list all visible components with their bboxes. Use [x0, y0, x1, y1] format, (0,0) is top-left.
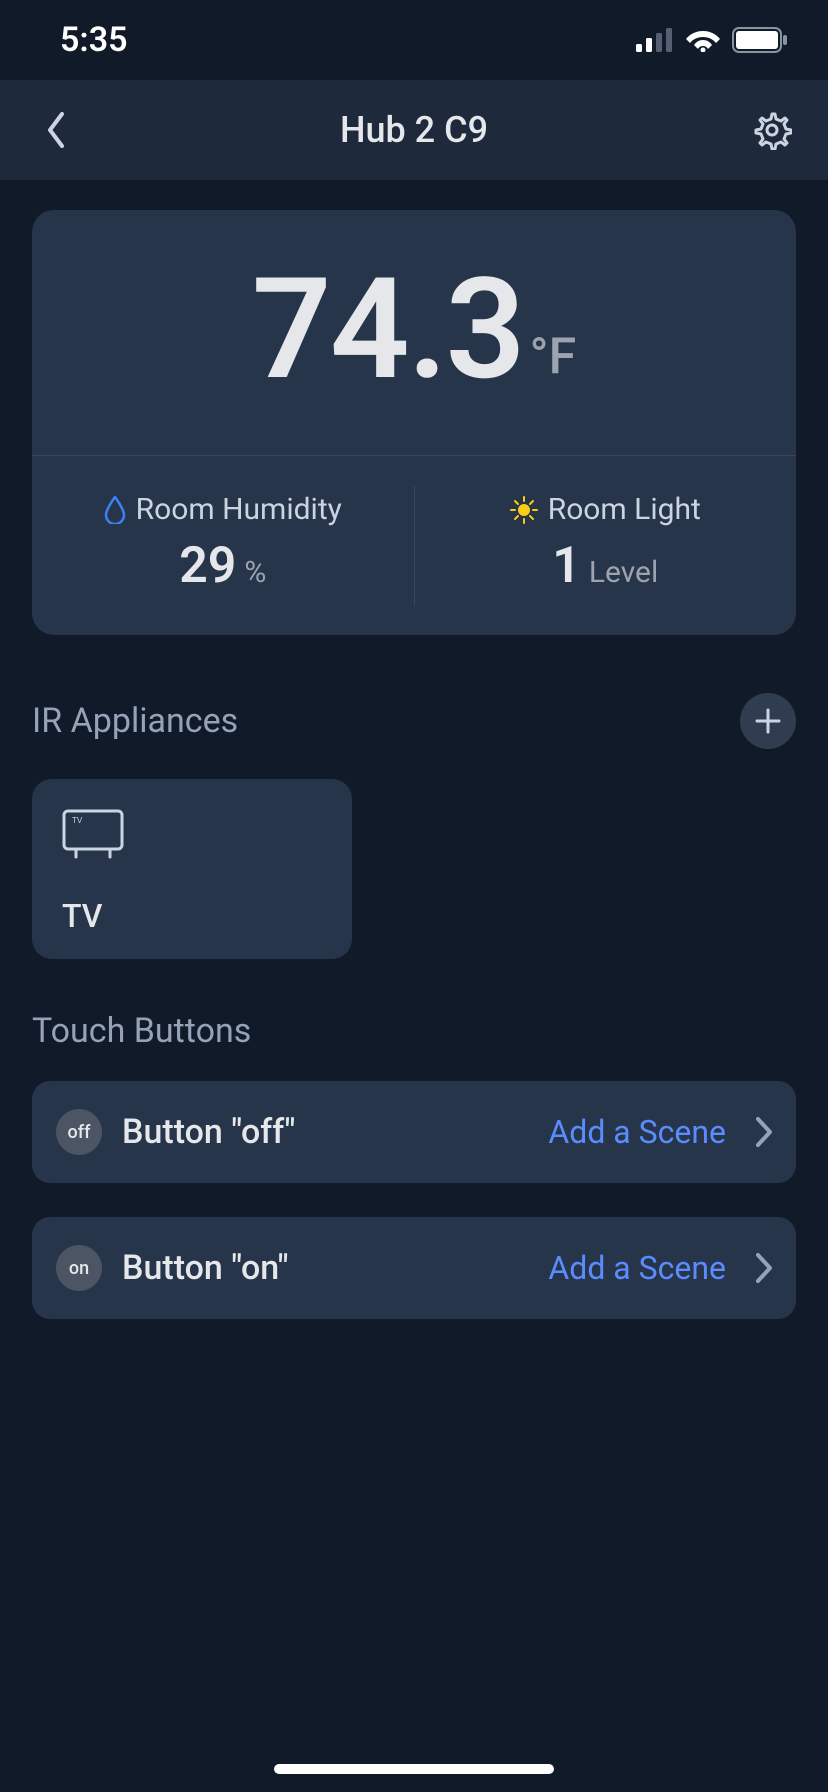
appliance-tv[interactable]: TV TV: [32, 779, 352, 959]
temperature-metrics: Room Humidity 29 %: [32, 455, 796, 635]
droplet-icon: [104, 496, 126, 524]
ir-appliances-title: IR Appliances: [32, 701, 238, 741]
temperature-display: 74.3 °F: [32, 210, 796, 455]
touch-label: Button "on": [122, 1248, 528, 1288]
tv-icon: TV: [62, 809, 124, 859]
status-time: 5:35: [60, 20, 128, 60]
humidity-section: Room Humidity 29 %: [32, 456, 414, 635]
light-value: 1: [552, 537, 581, 595]
add-scene-link[interactable]: Add a Scene: [548, 1249, 726, 1287]
light-unit: Level: [589, 555, 658, 590]
appliances-grid: TV TV: [32, 779, 796, 959]
svg-text:TV: TV: [72, 816, 83, 825]
appliance-name: TV: [62, 897, 322, 935]
back-button[interactable]: [32, 106, 80, 154]
wifi-icon: [686, 28, 720, 52]
touch-label: Button "off": [122, 1112, 528, 1152]
chevron-left-icon: [46, 112, 66, 148]
light-section: Room Light 1 Level: [415, 456, 797, 635]
battery-icon: [732, 27, 788, 53]
add-scene-link[interactable]: Add a Scene: [548, 1113, 726, 1151]
humidity-unit: %: [244, 555, 266, 590]
nav-bar: Hub 2 C9: [0, 80, 828, 180]
status-bar: 5:35: [0, 0, 828, 80]
settings-button[interactable]: [748, 106, 796, 154]
plus-icon: [755, 708, 781, 734]
sun-icon: [510, 496, 538, 524]
humidity-label: Room Humidity: [136, 492, 342, 527]
gear-icon: [752, 110, 792, 150]
status-icons: [636, 27, 788, 53]
chevron-right-icon: [756, 1253, 772, 1283]
touch-badge-off: off: [56, 1109, 102, 1155]
main-content: 74.3 °F Room Humidity 29 %: [0, 180, 828, 1319]
ir-appliances-header: IR Appliances: [32, 693, 796, 749]
light-label: Room Light: [548, 492, 701, 527]
home-indicator[interactable]: [274, 1764, 554, 1774]
page-title: Hub 2 C9: [0, 109, 828, 151]
temperature-value: 74.3: [252, 260, 524, 400]
cellular-icon: [636, 28, 674, 52]
touch-badge-on: on: [56, 1245, 102, 1291]
chevron-right-icon: [756, 1117, 772, 1147]
touch-buttons-title: Touch Buttons: [32, 1011, 251, 1051]
humidity-value: 29: [179, 537, 236, 595]
touch-buttons-list: off Button "off" Add a Scene on Button "…: [32, 1081, 796, 1319]
temperature-card[interactable]: 74.3 °F Room Humidity 29 %: [32, 210, 796, 635]
touch-button-on[interactable]: on Button "on" Add a Scene: [32, 1217, 796, 1319]
touch-button-off[interactable]: off Button "off" Add a Scene: [32, 1081, 796, 1183]
add-appliance-button[interactable]: [740, 693, 796, 749]
touch-buttons-header: Touch Buttons: [32, 1011, 796, 1051]
temperature-unit: °F: [530, 328, 577, 386]
